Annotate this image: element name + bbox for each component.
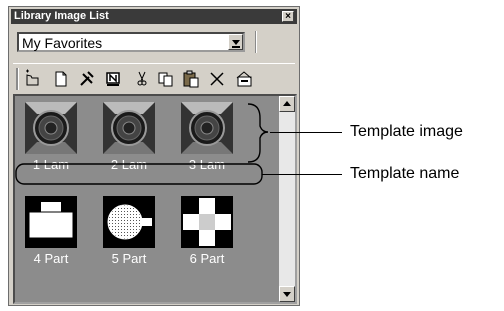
lamp-icon — [25, 102, 77, 154]
tools-icon — [80, 71, 94, 86]
part-template-image — [181, 196, 233, 248]
category-dropdown-value: My Favorites — [22, 35, 103, 51]
new-button[interactable] — [51, 69, 71, 89]
properties-icon — [236, 71, 252, 87]
cut-button[interactable] — [132, 69, 152, 89]
template-name: 5 Part — [111, 251, 147, 266]
dropdown-arrow-button[interactable] — [228, 34, 243, 50]
template-name: 4 Part — [33, 251, 69, 266]
part-box-icon — [25, 196, 77, 248]
panel-title: Library Image List — [14, 10, 109, 22]
template-item-1[interactable]: 1 Lam — [21, 102, 81, 182]
template-image-callout-line — [270, 132, 342, 133]
separator — [255, 31, 256, 53]
template-item-4[interactable]: 4 Part — [21, 196, 81, 276]
toolbar-grip[interactable] — [16, 68, 18, 90]
new-document-icon — [55, 71, 67, 87]
part-cross-icon — [181, 196, 233, 248]
close-button[interactable]: × — [282, 11, 294, 22]
library-image-list-panel: Library Image List × My Favorites 1 Lam … — [8, 6, 300, 306]
scroll-up-button[interactable] — [279, 96, 295, 112]
template-item-2[interactable]: 2 Lam — [99, 102, 159, 182]
template-item-5[interactable]: 5 Part — [99, 196, 159, 276]
arrow-down-icon — [283, 292, 291, 297]
template-name: 3 Lam — [188, 157, 226, 172]
lamp-template-image — [25, 102, 77, 154]
copy-icon — [158, 72, 173, 87]
template-name-callout-line — [262, 174, 342, 175]
paste-button[interactable] — [181, 69, 201, 89]
panel-titlebar[interactable]: Library Image List × — [11, 9, 297, 24]
cut-icon — [137, 71, 147, 86]
lamp-template-image — [103, 102, 155, 154]
new-folder-icon — [26, 69, 39, 86]
template-list[interactable]: 1 Lam 2 Lam 3 Lam 4 Part 5 Part 6 Part — [13, 94, 297, 304]
delete-icon — [210, 72, 224, 86]
delete-button[interactable] — [207, 69, 227, 89]
paste-icon — [183, 70, 199, 88]
part-circle-icon — [103, 196, 155, 248]
new-folder-button[interactable] — [23, 69, 43, 89]
arrow-up-icon — [283, 101, 291, 106]
copy-button[interactable] — [156, 69, 176, 89]
part-template-image — [25, 196, 77, 248]
category-dropdown[interactable]: My Favorites — [17, 32, 245, 52]
vertical-scrollbar[interactable] — [279, 96, 295, 302]
lamp-template-image — [181, 102, 233, 154]
tools-button[interactable] — [77, 69, 97, 89]
lamp-icon — [103, 102, 155, 154]
template-name: 1 Lam — [32, 157, 70, 172]
lamp-icon — [181, 102, 233, 154]
template-item-3[interactable]: 3 Lam — [177, 102, 237, 182]
name-button[interactable] — [103, 69, 123, 89]
template-image-callout: Template image — [350, 123, 463, 140]
chevron-down-icon — [232, 40, 240, 45]
template-name: 6 Part — [189, 251, 225, 266]
template-name: 2 Lam — [110, 157, 148, 172]
scroll-down-button[interactable] — [279, 286, 295, 302]
part-template-image — [103, 196, 155, 248]
template-name-callout: Template name — [350, 165, 460, 182]
template-item-6[interactable]: 6 Part — [177, 196, 237, 276]
name-icon — [106, 72, 120, 86]
category-row: My Favorites — [13, 29, 295, 55]
toolbar — [13, 63, 295, 94]
properties-button[interactable] — [234, 69, 254, 89]
